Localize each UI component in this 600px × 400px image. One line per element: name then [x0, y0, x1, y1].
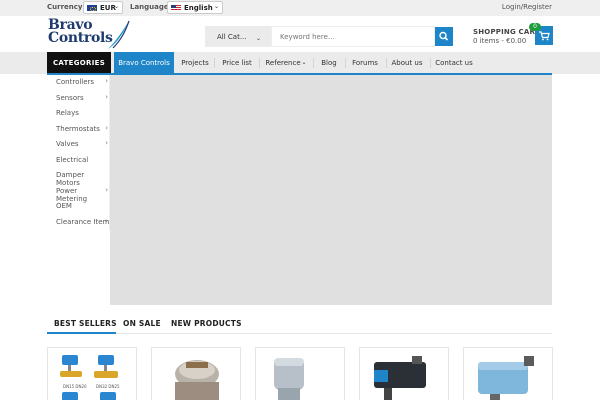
search-bar: All Cat... ⌄	[205, 26, 453, 47]
chevron-right-icon: ›	[105, 216, 108, 225]
sidebar-item-label: Relays	[56, 109, 79, 117]
product-card[interactable]	[359, 347, 449, 400]
chevron-right-icon: ›	[105, 139, 108, 147]
nav-divider	[386, 58, 387, 68]
product-image-actuator	[274, 358, 304, 400]
product-caption: DN32 DN25	[96, 384, 120, 389]
top-bar: Currency: EUR ⌄ Language: English ⌄ Logi…	[0, 0, 600, 16]
sidebar-item-electrical[interactable]: Electrical	[47, 153, 110, 168]
category-select[interactable]: All Cat... ⌄	[205, 26, 271, 47]
nav-item-contact-us[interactable]: Contact us	[435, 52, 473, 74]
nav-item-about-us[interactable]: About us	[390, 52, 424, 74]
tabs-divider	[47, 333, 552, 334]
tab-on-sale[interactable]: ON SALE	[123, 319, 161, 328]
eu-flag-icon	[87, 5, 97, 11]
currency-select[interactable]: EUR ⌄	[83, 1, 123, 14]
tab-active-indicator	[47, 332, 116, 334]
nav-divider	[345, 58, 346, 68]
sidebar-item-label: Valves	[56, 140, 79, 148]
hero-slider[interactable]	[110, 75, 552, 305]
sidebar-item-label: Sensors	[56, 93, 84, 102]
chevron-down-icon: ⌄	[213, 3, 219, 10]
chevron-right-icon: ›	[105, 77, 108, 85]
product-image-damper-actuator	[374, 356, 426, 400]
chevron-right-icon: ›	[105, 92, 108, 101]
product-image-heat-meter	[175, 360, 219, 400]
chevron-right-icon: ›	[105, 185, 108, 194]
product-card[interactable]	[255, 347, 345, 400]
sidebar-item-controllers[interactable]: Controllers ›	[47, 75, 110, 90]
nav-divider	[214, 58, 215, 68]
sidebar-item-sensors[interactable]: Sensors ›	[47, 91, 110, 106]
nav-item-bravo-controls[interactable]: Bravo Controls	[114, 52, 174, 74]
nav-divider	[430, 58, 431, 68]
sidebar-item-label: Controllers	[56, 78, 95, 86]
chevron-right-icon: ›	[105, 123, 108, 132]
sidebar-item-relays[interactable]: Relays	[47, 106, 110, 121]
categories-toggle[interactable]: CATEGORIES	[47, 52, 111, 74]
product-card[interactable]	[151, 347, 241, 400]
us-flag-icon	[171, 5, 181, 11]
login-register-link[interactable]: Login/Register	[502, 3, 552, 11]
nav-item-reference[interactable]: Reference	[264, 52, 302, 74]
nav-item-price-list[interactable]: Price list	[218, 52, 256, 74]
category-sidebar: Controllers › Sensors › Relays Thermostats…	[47, 75, 110, 230]
nav-divider	[259, 58, 260, 68]
nav-item-blog[interactable]: Blog	[318, 52, 340, 74]
product-card[interactable]	[463, 347, 553, 400]
tab-new-products[interactable]: NEW PRODUCTS	[171, 319, 242, 328]
search-icon	[439, 31, 449, 41]
nav-item-forums[interactable]: Forums	[350, 52, 380, 74]
category-select-value: All Cat...	[217, 33, 247, 41]
logo-swoosh-icon	[108, 20, 130, 49]
currency-label: Currency:	[47, 3, 86, 11]
sidebar-item-damper-motors[interactable]: Damper Motors	[47, 168, 110, 187]
cart-count-badge: 0	[529, 23, 541, 31]
nav-item-projects[interactable]: Projects	[178, 52, 212, 74]
chevron-down-icon: ⌄	[113, 3, 119, 10]
sidebar-item-clearance-item[interactable]: Clearance Item ›	[47, 215, 110, 230]
chevron-down-icon: ⌄	[301, 59, 307, 66]
logo-text-controls: Controls	[48, 30, 113, 46]
product-image-valve-actuator	[478, 356, 534, 400]
product-caption: DN15 DN20	[63, 384, 87, 389]
sidebar-item-label: Electrical	[56, 155, 89, 164]
search-button[interactable]	[435, 27, 453, 46]
search-input[interactable]	[271, 26, 435, 47]
sidebar-item-power-metering[interactable]: Power Metering ›	[47, 184, 110, 203]
sidebar-item-label: Thermostats	[56, 124, 100, 133]
tab-best-sellers[interactable]: BEST SELLERS	[54, 319, 117, 328]
cart-summary[interactable]: 0 items - €0.00	[473, 37, 526, 45]
sidebar-item-oem[interactable]: OEM	[47, 199, 110, 214]
language-value: English	[184, 4, 213, 12]
language-select[interactable]: English ⌄	[167, 1, 223, 14]
language-label: Language:	[130, 3, 172, 11]
logo[interactable]: Bravo Controls	[47, 18, 132, 50]
sidebar-item-thermostats[interactable]: Thermostats ›	[47, 122, 110, 137]
product-image-motorized-valves: DN15 DN20 DN32 DN25	[60, 355, 120, 400]
sidebar-item-valves[interactable]: Valves ›	[47, 137, 110, 152]
chevron-down-icon: ⌄	[255, 35, 261, 42]
product-card[interactable]: DN15 DN20 DN32 DN25	[47, 347, 137, 400]
sidebar-item-label: OEM	[56, 202, 72, 210]
sidebar-item-label: Clearance Item	[56, 217, 110, 226]
nav-divider	[313, 58, 314, 68]
